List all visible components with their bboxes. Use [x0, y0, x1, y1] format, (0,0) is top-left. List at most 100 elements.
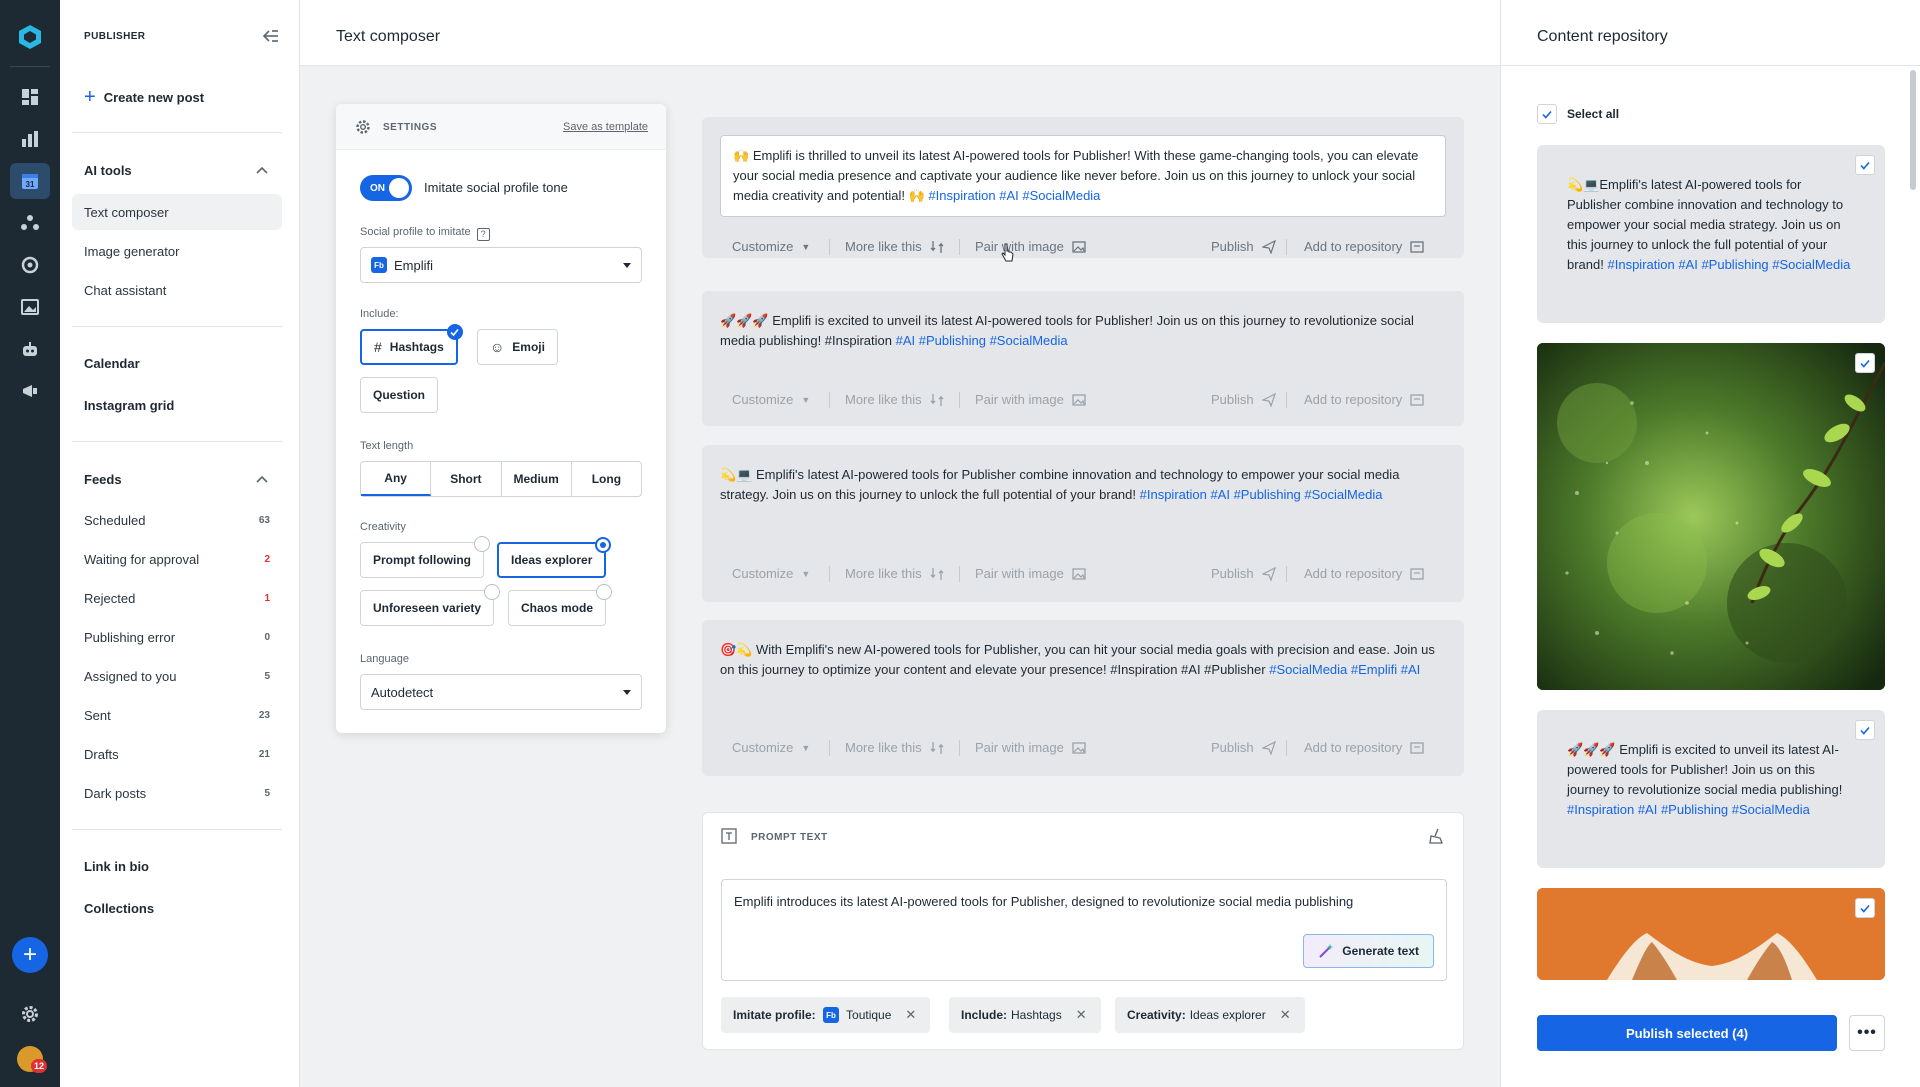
- pair-with-image-button[interactable]: Pair with image: [975, 239, 1086, 254]
- customize-button[interactable]: Customize ▼: [732, 239, 810, 254]
- more-like-this-button[interactable]: More like this: [845, 566, 944, 581]
- length-long[interactable]: Long: [572, 462, 641, 496]
- add-to-repository-button[interactable]: Add to repository: [1304, 392, 1424, 407]
- image-icon: [1072, 240, 1086, 253]
- feed-item-assigned-to-you[interactable]: Assigned to you 5: [72, 658, 282, 694]
- include-question-chip[interactable]: Question: [360, 377, 439, 413]
- add-icon[interactable]: +: [12, 937, 48, 973]
- add-to-repository-button[interactable]: Add to repository: [1304, 239, 1424, 254]
- repository-text-card[interactable]: 💫💻Emplifi's latest AI-powered tools for …: [1537, 145, 1885, 323]
- analytics-icon[interactable]: [10, 121, 50, 157]
- nav-item-instagram-grid[interactable]: Instagram grid: [84, 398, 174, 413]
- remove-filter-icon[interactable]: ✕: [1076, 1007, 1087, 1023]
- nav-item-chat-assistant[interactable]: Chat assistant: [72, 272, 282, 308]
- create-new-post-button[interactable]: + Create new post: [84, 87, 204, 107]
- feeds-header[interactable]: Feeds: [84, 472, 122, 487]
- pair-with-image-button[interactable]: Pair with image: [975, 392, 1086, 407]
- length-any[interactable]: Any: [361, 462, 432, 496]
- more-like-this-button[interactable]: More like this: [845, 239, 944, 254]
- feed-item-scheduled[interactable]: Scheduled 63: [72, 502, 282, 538]
- more-like-this-button[interactable]: More like this: [845, 740, 944, 755]
- settings-title: SETTINGS: [383, 122, 438, 133]
- help-icon[interactable]: ?: [476, 228, 490, 241]
- save-as-template-link[interactable]: Save as template: [563, 121, 648, 133]
- nav-item-text-composer[interactable]: Text composer: [72, 194, 282, 230]
- scrollbar[interactable]: [1910, 70, 1916, 190]
- generated-text[interactable]: 🎯💫 With Emplifi's new AI-powered tools f…: [720, 640, 1446, 680]
- feed-item-waiting-for-approval[interactable]: Waiting for approval 2: [72, 541, 282, 577]
- customize-button[interactable]: Customize ▼: [732, 740, 810, 755]
- listening-icon[interactable]: [10, 247, 50, 283]
- ads-icon[interactable]: [10, 373, 50, 409]
- checkbox-checked-icon[interactable]: [1855, 898, 1875, 918]
- checkbox-checked-icon[interactable]: [1855, 353, 1875, 373]
- publish-button[interactable]: Publish: [1211, 566, 1276, 581]
- content-hub-icon[interactable]: [10, 289, 50, 325]
- length-medium[interactable]: Medium: [502, 462, 572, 496]
- creativity-prompt-following[interactable]: Prompt following: [360, 536, 490, 578]
- checkbox-checked-icon[interactable]: [1855, 155, 1875, 175]
- generated-text-card[interactable]: 🚀🚀🚀 Emplifi is excited to unveil its lat…: [702, 291, 1464, 426]
- feed-item-dark-posts[interactable]: Dark posts 5: [72, 775, 282, 811]
- generated-text[interactable]: 💫💻 Emplifi's latest AI-powered tools for…: [720, 465, 1446, 505]
- language-select[interactable]: Autodetect: [360, 674, 642, 710]
- feed-item-rejected[interactable]: Rejected 1: [72, 580, 282, 616]
- pair-with-image-button[interactable]: Pair with image: [975, 566, 1086, 581]
- pair-with-image-button[interactable]: Pair with image: [975, 740, 1086, 755]
- length-short[interactable]: Short: [431, 462, 502, 496]
- generated-text-card[interactable]: 🙌 Emplifi is thrilled to unveil its late…: [702, 117, 1464, 258]
- more-options-button[interactable]: •••: [1849, 1015, 1885, 1051]
- chevron-up-icon[interactable]: [256, 475, 268, 483]
- more-like-this-button[interactable]: More like this: [845, 392, 944, 407]
- generated-text[interactable]: 🚀🚀🚀 Emplifi is excited to unveil its lat…: [720, 311, 1446, 351]
- select-all-checkbox[interactable]: Select all: [1537, 104, 1619, 124]
- repository-image-card[interactable]: [1537, 343, 1885, 690]
- generate-text-button[interactable]: Generate text: [1303, 934, 1434, 968]
- generated-text-card[interactable]: 🎯💫 With Emplifi's new AI-powered tools f…: [702, 620, 1464, 776]
- social-profile-select[interactable]: Fb Emplifi: [360, 247, 642, 283]
- prompt-textarea[interactable]: Emplifi introduces its latest AI-powered…: [721, 879, 1447, 981]
- nav-item-calendar[interactable]: Calendar: [84, 356, 140, 371]
- nav-item-collections[interactable]: Collections: [84, 901, 154, 916]
- nav-item-link-in-bio[interactable]: Link in bio: [84, 859, 149, 874]
- collapse-sidebar-icon[interactable]: [262, 28, 280, 44]
- generated-text-card[interactable]: 💫💻 Emplifi's latest AI-powered tools for…: [702, 445, 1464, 602]
- nav-item-image-generator[interactable]: Image generator: [72, 233, 282, 269]
- clear-broom-icon[interactable]: [1427, 827, 1445, 845]
- checkbox-checked-icon[interactable]: [1855, 720, 1875, 740]
- include-emoji-chip[interactable]: ☺ Emoji: [477, 329, 558, 365]
- feed-item-drafts[interactable]: Drafts 21: [72, 736, 282, 772]
- send-icon: [1261, 239, 1276, 254]
- add-to-repository-button[interactable]: Add to repository: [1304, 740, 1424, 755]
- customize-button[interactable]: Customize ▼: [732, 566, 810, 581]
- repository-text-card[interactable]: 🚀🚀🚀 Emplifi is excited to unveil its lat…: [1537, 710, 1885, 868]
- creativity-chaos-mode[interactable]: Chaos mode: [508, 584, 613, 626]
- publish-button[interactable]: Publish: [1211, 239, 1276, 254]
- ai-tools-header[interactable]: AI tools: [84, 163, 132, 178]
- brand-label: PUBLISHER: [84, 31, 146, 42]
- chevron-up-icon[interactable]: [256, 166, 268, 174]
- remove-filter-icon[interactable]: ✕: [1280, 1007, 1291, 1023]
- feed-item-publishing-error[interactable]: Publishing error 0: [72, 619, 282, 655]
- repository-image-card[interactable]: [1537, 888, 1885, 980]
- add-to-repository-button[interactable]: Add to repository: [1304, 566, 1424, 581]
- customize-button[interactable]: Customize ▼: [732, 392, 810, 407]
- plus-icon: +: [84, 86, 96, 108]
- publisher-calendar-icon[interactable]: 31: [10, 163, 50, 199]
- creativity-unforeseen-variety[interactable]: Unforeseen variety: [360, 584, 501, 626]
- include-hashtags-chip[interactable]: # Hashtags: [360, 324, 463, 365]
- publish-selected-button[interactable]: Publish selected (4): [1537, 1015, 1837, 1051]
- imitate-tone-toggle[interactable]: ON: [360, 175, 412, 201]
- bot-icon[interactable]: [10, 331, 50, 367]
- creativity-ideas-explorer[interactable]: Ideas explorer: [497, 537, 612, 578]
- emplifi-logo-icon[interactable]: [17, 24, 43, 50]
- publish-button[interactable]: Publish: [1211, 392, 1276, 407]
- generated-text[interactable]: 🙌 Emplifi is thrilled to unveil its late…: [720, 135, 1446, 217]
- publish-button[interactable]: Publish: [1211, 740, 1276, 755]
- dashboard-icon[interactable]: [10, 79, 50, 115]
- feed-item-sent[interactable]: Sent 23: [72, 697, 282, 733]
- community-icon[interactable]: [10, 205, 50, 241]
- hashtag-icon: #: [374, 339, 382, 355]
- remove-filter-icon[interactable]: ✕: [905, 1007, 916, 1023]
- settings-gear-icon[interactable]: [10, 996, 50, 1032]
